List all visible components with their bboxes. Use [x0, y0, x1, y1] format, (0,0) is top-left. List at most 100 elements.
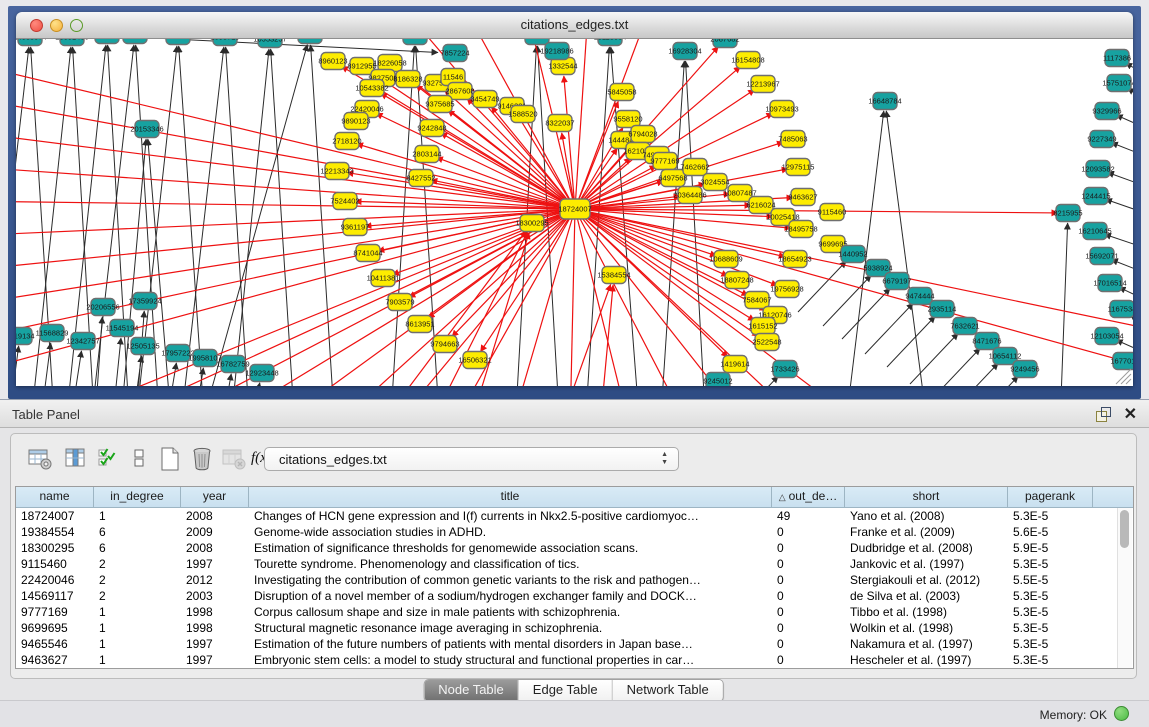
- graph-node[interactable]: 19218986: [540, 43, 573, 60]
- graph-node[interactable]: 9249456: [1010, 361, 1039, 378]
- graph-node[interactable]: 1588520: [508, 106, 537, 123]
- graph-node[interactable]: 9794663: [430, 336, 459, 353]
- graph-node[interactable]: 18654923: [778, 251, 811, 268]
- graph-node[interactable]: 12093582: [1081, 161, 1114, 178]
- graph-node[interactable]: 9474444: [905, 288, 934, 305]
- graph-node[interactable]: 11568829: [36, 325, 69, 342]
- graph-node[interactable]: 10653287: [118, 39, 151, 44]
- graph-node[interactable]: 9463627: [788, 189, 817, 206]
- tab-edge-table[interactable]: Edge Table: [519, 680, 613, 701]
- graph-node[interactable]: 18138104: [90, 39, 123, 44]
- graph-node[interactable]: 6794028: [628, 126, 657, 143]
- graph-node[interactable]: 20091406: [55, 39, 88, 46]
- graph-node[interactable]: 2803144: [412, 146, 441, 163]
- column-header-title[interactable]: title: [249, 487, 772, 507]
- graph-node[interactable]: 1419614: [720, 356, 749, 373]
- graph-node[interactable]: 8186328: [393, 71, 422, 88]
- show-columns-icon[interactable]: [63, 446, 89, 472]
- network-graph[interactable]: 8960123891295518226058982750881863289327…: [16, 39, 1133, 386]
- table-settings-icon[interactable]: [27, 446, 53, 472]
- column-header-out_de[interactable]: △out_de…: [772, 487, 845, 507]
- column-header-in_degree[interactable]: in_degree: [94, 487, 181, 507]
- unselect-rows-icon[interactable]: [127, 446, 153, 472]
- table-row[interactable]: 1830029562008Estimation of significance …: [16, 540, 1133, 556]
- graph-node[interactable]: 5845058: [607, 84, 636, 101]
- graph-node[interactable]: 10688609: [709, 251, 742, 268]
- graph-node[interactable]: 2087682: [710, 39, 739, 48]
- graph-node[interactable]: 12213967: [746, 76, 779, 93]
- graph-node[interactable]: 9227349: [1087, 131, 1116, 148]
- select-all-icon[interactable]: [95, 446, 121, 472]
- table-row[interactable]: 946362711997Embryonic stem cells: a mode…: [16, 652, 1133, 668]
- graph-node[interactable]: 10411381: [367, 270, 400, 287]
- graph-node[interactable]: 6679197: [882, 273, 911, 290]
- graph-node[interactable]: 12975115: [782, 159, 815, 176]
- resize-grip-icon[interactable]: [1116, 369, 1131, 384]
- graph-node[interactable]: 10543382: [355, 80, 388, 97]
- graph-node[interactable]: 8741044: [353, 245, 382, 262]
- graph-node[interactable]: 2093719: [210, 39, 239, 46]
- graph-node[interactable]: 12103054: [1090, 328, 1123, 345]
- table-row[interactable]: 1456911722003Disruption of a novel membe…: [16, 588, 1133, 604]
- column-header-year[interactable]: year: [181, 487, 249, 507]
- graph-node[interactable]: 17359924: [128, 293, 161, 310]
- scrollbar-thumb[interactable]: [1120, 510, 1129, 548]
- graph-node[interactable]: 16928304: [668, 43, 701, 60]
- column-header-pagerank[interactable]: pagerank: [1008, 487, 1093, 507]
- graph-node[interactable]: 15384554: [597, 267, 630, 284]
- graph-node[interactable]: 2935114: [928, 301, 957, 318]
- column-header-name[interactable]: name: [16, 487, 94, 507]
- graph-node[interactable]: 18724007: [558, 199, 591, 219]
- graph-node[interactable]: 8322037: [545, 115, 574, 132]
- float-window-icon[interactable]: [1096, 407, 1111, 422]
- delete-table-icon[interactable]: [189, 446, 215, 472]
- table-row[interactable]: 977716911998Corpus callosum shape and si…: [16, 604, 1133, 620]
- graph-node[interactable]: 15692071: [1085, 248, 1118, 265]
- delete-column-icon[interactable]: [221, 446, 247, 472]
- graph-node[interactable]: 15751074: [1102, 75, 1133, 92]
- graph-node[interactable]: 12213343: [320, 163, 353, 180]
- table-row[interactable]: 2242004622012Investigating the contribut…: [16, 572, 1133, 588]
- table-row[interactable]: 969969511998Structural magnetic resonanc…: [16, 620, 1133, 636]
- network-canvas[interactable]: 8960123891295518226058982750881863289327…: [16, 39, 1133, 386]
- graph-node[interactable]: 3919134: [16, 328, 35, 345]
- graph-node[interactable]: 9115460: [818, 204, 847, 221]
- vertical-scrollbar[interactable]: [1117, 508, 1132, 668]
- graph-node[interactable]: 7857224: [440, 45, 469, 62]
- graph-node[interactable]: 18113054: [594, 39, 627, 46]
- graph-node[interactable]: 9329966: [1092, 103, 1121, 120]
- graph-node[interactable]: 16210645: [1078, 223, 1111, 240]
- table-row[interactable]: 946554611997Estimation of the future num…: [16, 636, 1133, 652]
- tab-node-table[interactable]: Node Table: [424, 680, 519, 701]
- graph-node[interactable]: 8960123: [318, 53, 347, 70]
- graph-node[interactable]: 9242848: [417, 120, 446, 137]
- graph-node[interactable]: 1167534: [1108, 301, 1133, 318]
- graph-node[interactable]: 1733426: [770, 361, 799, 378]
- graph-node[interactable]: 7524402: [330, 193, 359, 210]
- graph-node[interactable]: 12505135: [126, 338, 159, 355]
- graph-node[interactable]: 9361197: [341, 219, 370, 236]
- graph-node[interactable]: 14035574: [16, 39, 47, 46]
- graph-node[interactable]: 16506321: [458, 352, 491, 369]
- graph-node[interactable]: 9890123: [341, 113, 370, 130]
- close-panel-icon[interactable]: ✕: [1124, 404, 1137, 424]
- graph-node[interactable]: 20206556: [86, 299, 119, 316]
- network-window-titlebar[interactable]: citations_edges.txt: [16, 12, 1133, 39]
- graph-node[interactable]: 10973493: [765, 101, 798, 118]
- graph-node[interactable]: 8215955: [1053, 205, 1082, 222]
- graph-node[interactable]: 16154808: [731, 52, 764, 69]
- column-header-short[interactable]: short: [845, 487, 1008, 507]
- graph-node[interactable]: 1117386: [1103, 50, 1131, 67]
- graph-node[interactable]: 8454749: [470, 91, 499, 108]
- graph-node[interactable]: 20364486: [673, 187, 706, 204]
- graph-node[interactable]: 9245012: [703, 373, 732, 387]
- graph-node[interactable]: 1527602: [163, 39, 192, 45]
- graph-node[interactable]: 2522548: [752, 334, 781, 351]
- table-row[interactable]: 1872400712008Changes of HCN gene express…: [16, 508, 1133, 524]
- graph-node[interactable]: 17016514: [1093, 275, 1126, 292]
- graph-node[interactable]: 20153346: [130, 121, 163, 138]
- graph-node[interactable]: 18495758: [784, 221, 817, 238]
- graph-node[interactable]: 1615152: [748, 318, 777, 335]
- table-row[interactable]: 1938455462009Genome-wide association stu…: [16, 524, 1133, 540]
- graph-node[interactable]: 16648784: [868, 93, 901, 110]
